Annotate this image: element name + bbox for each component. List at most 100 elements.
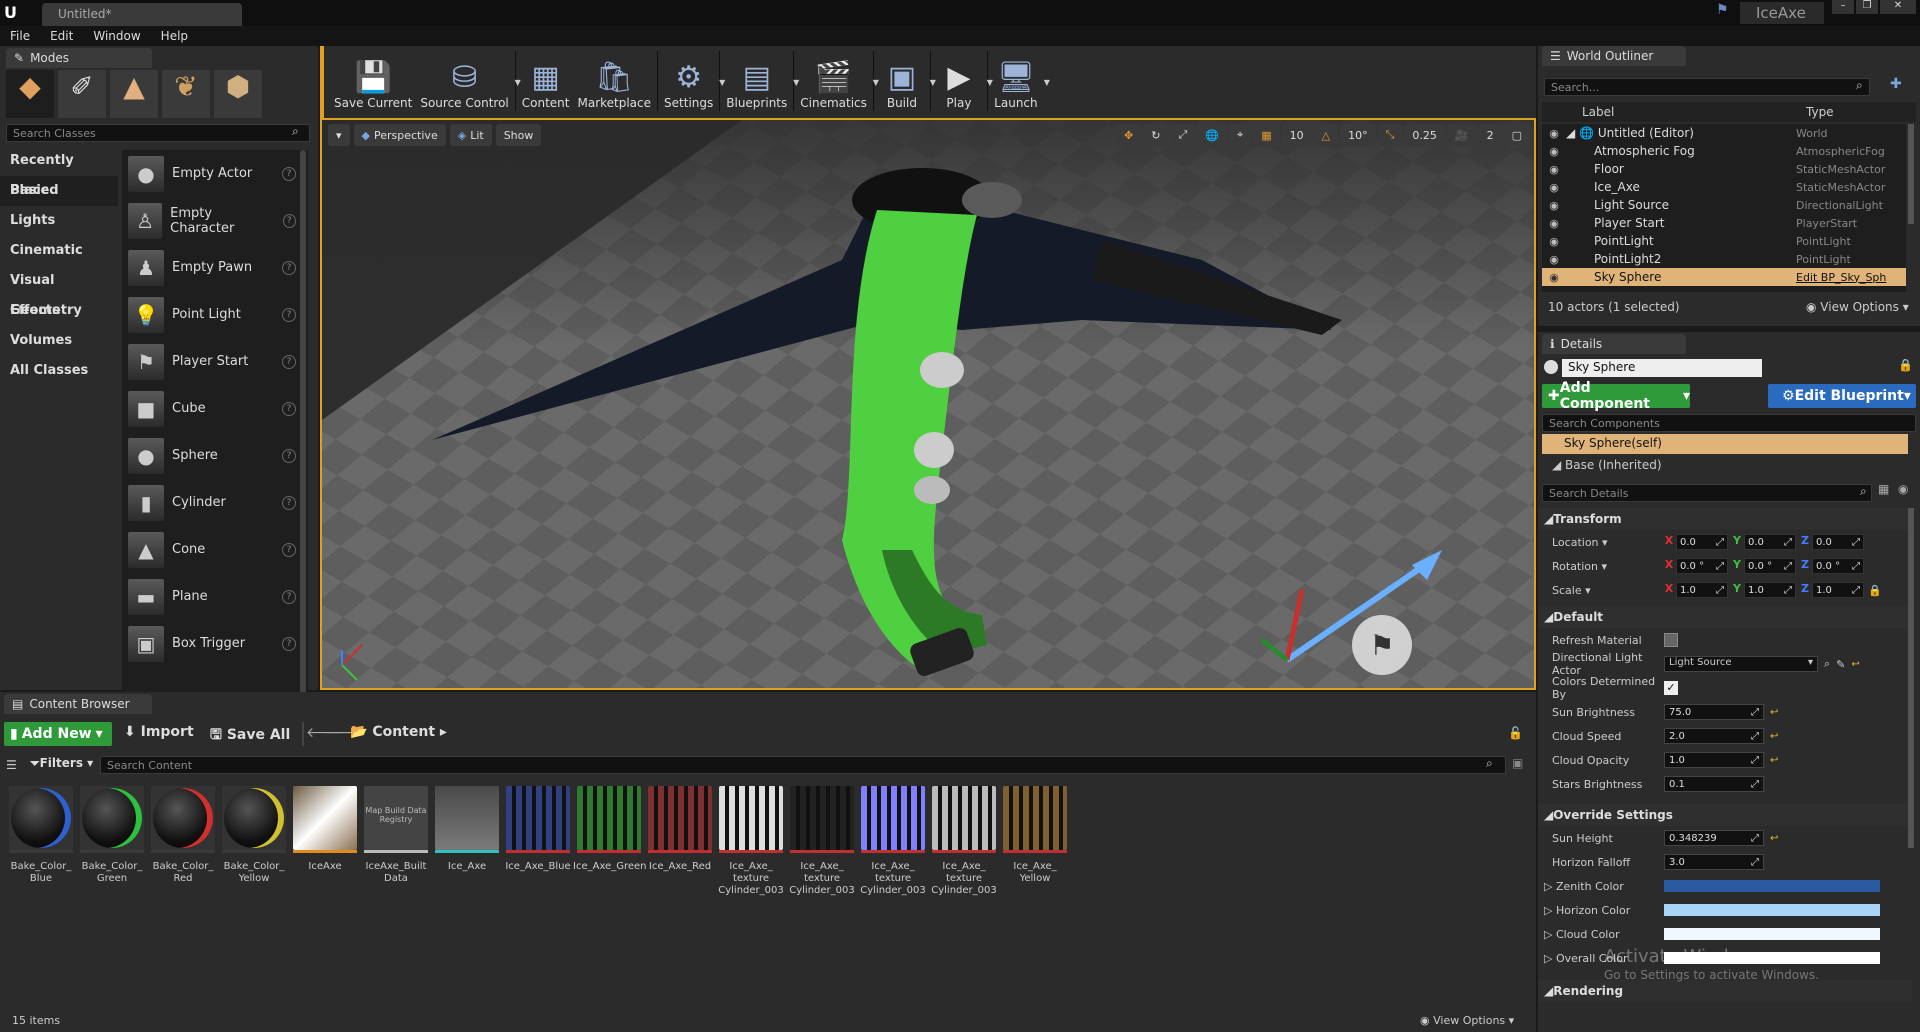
asset-tile[interactable]: Ice_Axe (434, 786, 500, 986)
settings-button[interactable]: ⚙ Settings ▼ (660, 48, 725, 114)
category-recently-placed[interactable]: Recently Placed (0, 146, 118, 198)
zenith-color-label[interactable]: ▷ Zenith Color (1538, 880, 1664, 893)
camera-speed-icon[interactable]: 🎥 (1446, 124, 1477, 146)
save-search-icon[interactable]: ▣ (1512, 756, 1523, 770)
details-tab[interactable]: ℹ Details (1542, 334, 1686, 354)
asset-tile[interactable]: Bake_Color_ Red (150, 786, 216, 986)
column-type[interactable]: Type (1806, 105, 1916, 119)
property-matrix-icon[interactable]: ▦ (1878, 482, 1889, 496)
cloud-color-swatch[interactable] (1664, 928, 1880, 940)
cloud-opacity-field[interactable]: 1.0 ⤢ (1664, 752, 1764, 768)
outliner-row[interactable]: ◉ Ice_Axe StaticMeshActor (1542, 178, 1906, 196)
rotation-label[interactable]: Rotation ▾ (1538, 560, 1664, 573)
outliner-search-input[interactable]: Search... (1544, 78, 1870, 96)
minimize-button[interactable]: – (1832, 0, 1854, 14)
modes-tab[interactable]: ✎ Modes (6, 48, 152, 68)
asset-tile[interactable]: Ice_Axe_Red (647, 786, 713, 986)
help-icon[interactable]: ? (282, 495, 296, 510)
outliner-row-selected[interactable]: ◉ Sky Sphere Edit BP_Sky_Sph (1542, 268, 1906, 286)
asset-tile[interactable]: Ice_Axe_ texture Cylinder_003 (860, 786, 926, 986)
world-space-icon[interactable]: 🌐 (1197, 124, 1227, 146)
notification-flag-icon[interactable]: ⚑ (1716, 2, 1729, 18)
build-button[interactable]: ▣ Build ▼ (876, 48, 936, 114)
eye-icon[interactable]: ◉ (1898, 482, 1908, 496)
sun-height-field[interactable]: 0.348239 ⤢ (1664, 830, 1764, 846)
content-view-options[interactable]: ◉ View Options ▾ (1420, 1014, 1514, 1027)
maximize-viewport-icon[interactable]: ▢ (1503, 124, 1530, 146)
place-mode-icon[interactable]: ◆ (6, 70, 54, 118)
place-item[interactable]: ▲ Cone? (122, 526, 308, 573)
colors-determined-checkbox[interactable]: ✓ (1664, 681, 1678, 695)
modes-scrollbar[interactable] (300, 150, 306, 730)
category-geometry[interactable]: Geometry (0, 296, 118, 326)
chevron-down-icon[interactable]: ▼ (1044, 78, 1050, 87)
content-button[interactable]: ▦ Content (518, 48, 574, 114)
lock-icon[interactable]: 🔓 (1508, 726, 1523, 740)
asset-tile[interactable]: Ice_Axe_ texture Cylinder_003 (789, 786, 855, 986)
geometry-mode-icon[interactable]: ⬢ (214, 70, 262, 118)
help-icon[interactable]: ? (282, 354, 296, 369)
category-all-classes[interactable]: All Classes (0, 356, 118, 386)
outliner-type[interactable]: Edit BP_Sky_Sph (1796, 271, 1906, 284)
search-content-input[interactable]: Search Content (100, 756, 1506, 774)
outliner-row[interactable]: ◉ PointLight2 PointLight (1542, 250, 1906, 268)
place-item[interactable]: ▮ Cylinder? (122, 479, 308, 526)
lit-button[interactable]: ◈ Lit (449, 124, 492, 146)
reset-arrow-icon[interactable]: ↩ (1770, 707, 1778, 718)
reset-arrow-icon[interactable]: ↩ (1770, 731, 1778, 742)
cinematics-button[interactable]: 🎬 Cinematics ▼ (796, 48, 879, 114)
column-label[interactable]: Label (1582, 105, 1806, 119)
add-actor-icon[interactable]: ✚ (1890, 76, 1902, 92)
add-component-button[interactable]: ✚ Add Component ▾ (1542, 380, 1690, 412)
help-icon[interactable]: ? (282, 401, 296, 416)
help-icon[interactable]: ? (282, 542, 296, 557)
rotation-z[interactable]: Z 0.0 ° ⤢ (1800, 558, 1864, 574)
scale-z[interactable]: Z 1.0 ⤢ (1800, 582, 1864, 598)
asset-tile[interactable]: IceAxe (292, 786, 358, 986)
outliner-scrollbar[interactable] (1908, 124, 1914, 224)
section-override-settings[interactable]: ◢ Override Settings (1538, 804, 1912, 826)
zenith-color-swatch[interactable] (1664, 880, 1880, 892)
asset-tile[interactable]: Bake_Color_ Yellow (221, 786, 287, 986)
rotation-y[interactable]: Y 0.0 ° ⤢ (1732, 558, 1796, 574)
blueprints-button[interactable]: ▤ Blueprints ▼ (722, 48, 799, 114)
category-volumes[interactable]: Volumes (0, 326, 118, 356)
import-button[interactable]: ⬇ Import (124, 724, 194, 740)
scale-x[interactable]: X 1.0 ⤢ (1664, 582, 1728, 598)
browse-icon[interactable]: ⌕ (1824, 657, 1830, 671)
category-cinematic[interactable]: Cinematic (0, 236, 118, 266)
perspective-button[interactable]: ◆ Perspective (353, 124, 446, 146)
asset-tile[interactable]: Ice_Axe_Blue (505, 786, 571, 986)
restore-button[interactable]: ❐ (1856, 0, 1878, 14)
path-breadcrumb[interactable]: 📂 Content ▸ (350, 724, 447, 740)
location-x[interactable]: X 0.0 ⤢ (1664, 534, 1728, 550)
search-components-input[interactable]: Search Components (1542, 414, 1916, 432)
outliner-view-options[interactable]: ◉ View Options ▾ (1806, 300, 1909, 314)
show-button[interactable]: Show (495, 124, 542, 146)
section-transform[interactable]: ◢ Transform (1538, 508, 1912, 530)
picker-icon[interactable]: ✎ (1836, 658, 1845, 671)
outliner-row[interactable]: ◉ Atmospheric Fog AtmosphericFog (1542, 142, 1906, 160)
search-details-input[interactable]: Search Details (1542, 484, 1872, 502)
visibility-eye-icon[interactable]: ◉ (1542, 181, 1566, 194)
outliner-row[interactable]: ◉ PointLight PointLight (1542, 232, 1906, 250)
reset-arrow-icon[interactable]: ↩ (1851, 659, 1859, 670)
asset-tile[interactable]: Ice_Axe_ texture Cylinder_003 (931, 786, 997, 986)
menu-file[interactable]: File (0, 26, 40, 46)
help-icon[interactable]: ? (282, 213, 296, 228)
close-window-button[interactable]: ✕ (1880, 0, 1916, 14)
visibility-eye-icon[interactable]: ◉ (1542, 199, 1566, 212)
menu-edit[interactable]: Edit (40, 26, 83, 46)
horizon-color-label[interactable]: ▷ Horizon Color (1538, 904, 1664, 917)
paint-mode-icon[interactable]: ✐ (58, 70, 106, 118)
horizon-color-swatch[interactable] (1664, 904, 1880, 916)
help-icon[interactable]: ? (282, 589, 296, 604)
visibility-eye-icon[interactable]: ◉ (1542, 163, 1566, 176)
help-icon[interactable]: ? (282, 166, 296, 181)
cloud-color-label[interactable]: ▷ Cloud Color (1538, 928, 1664, 941)
section-rendering[interactable]: ◢ Rendering (1538, 980, 1912, 1002)
scale-snap-icon[interactable]: ⤡ (1377, 124, 1403, 146)
save-all-button[interactable]: 🖫 Save All (210, 724, 290, 748)
category-basic[interactable]: Basic (0, 176, 118, 206)
landscape-mode-icon[interactable]: ▲ (110, 70, 158, 118)
